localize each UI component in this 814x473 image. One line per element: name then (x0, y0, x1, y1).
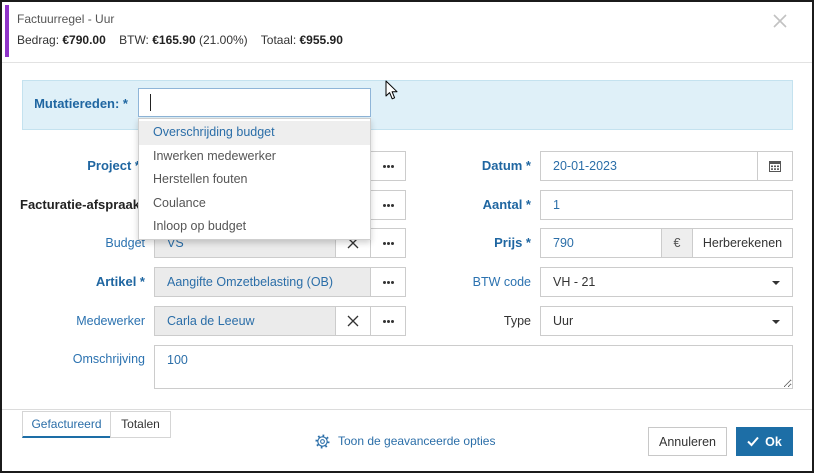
btw-value: €165.90 (152, 33, 196, 47)
accent-bar (5, 5, 9, 57)
medewerker-field[interactable]: Carla de Leeuw (154, 306, 336, 336)
type-select[interactable]: Uur (540, 306, 793, 336)
prijs-label: Prijs * (494, 235, 531, 250)
budget-more-button[interactable] (370, 228, 406, 258)
omschrijving-textarea[interactable]: 100 (154, 345, 793, 389)
project-label: Project * (87, 158, 140, 173)
btw-group: BTW: €165.90 (21.00%) (119, 33, 248, 47)
close-icon (773, 14, 787, 28)
ellipsis-icon (386, 319, 390, 323)
dropdown-option[interactable]: Coulance (139, 192, 370, 216)
facturatie-afspraak-label: Facturatie-afspraak (20, 197, 140, 212)
caret-down-icon (772, 320, 780, 324)
datum-input[interactable] (540, 151, 758, 181)
totaal-value: €955.90 (299, 33, 343, 47)
dialog-title: Factuurregel - Uur (17, 12, 115, 26)
text-cursor (150, 94, 151, 111)
dropdown-option[interactable]: Inwerken medewerker (139, 145, 370, 169)
mutation-reason-input[interactable] (138, 88, 371, 117)
clear-icon (347, 315, 359, 327)
advanced-options-link[interactable]: Toon de geavanceerde opties (315, 432, 495, 450)
ok-label: Ok (765, 434, 782, 449)
prijs-input[interactable] (540, 228, 662, 258)
calendar-icon (769, 161, 781, 172)
amount-summary: Bedrag: €790.00 BTW: €165.90 (21.00%) To… (17, 32, 353, 48)
mutation-reason-label: Mutatiereden: * (34, 96, 128, 111)
dropdown-option[interactable]: Overschrijding budget (139, 121, 370, 145)
bedrag-value: €790.00 (62, 33, 106, 47)
btw-code-value: VH - 21 (553, 275, 596, 289)
artikel-label: Artikel * (95, 274, 145, 289)
currency-addon: € (661, 228, 693, 258)
ellipsis-icon (386, 280, 390, 284)
header-divider (2, 62, 812, 63)
btw-percentage: (21.00%) (198, 33, 248, 47)
btw-code-label: BTW code (472, 275, 531, 289)
medewerker-more-button[interactable] (370, 306, 406, 336)
gear-icon (315, 433, 330, 449)
totaal-label: Totaal: (260, 33, 297, 47)
aantal-label: Aantal * (482, 197, 531, 212)
check-icon (747, 436, 759, 447)
close-button[interactable] (771, 12, 789, 30)
bedrag-group: Bedrag: €790.00 (17, 33, 106, 47)
dropdown-option[interactable]: Herstellen fouten (139, 168, 370, 192)
datum-label: Datum * (481, 158, 531, 173)
ok-button[interactable]: Ok (736, 427, 793, 456)
tab-totalen[interactable]: Totalen (110, 411, 171, 438)
ellipsis-icon (386, 203, 390, 207)
medewerker-label: Medewerker (76, 314, 145, 328)
dropdown-option[interactable]: Inloop op budget (139, 215, 370, 239)
totaal-group: Totaal: €955.90 (261, 33, 343, 47)
aantal-input[interactable] (540, 190, 793, 220)
mutation-reason-dropdown: Overschrijding budget Inwerken medewerke… (138, 118, 371, 240)
ellipsis-icon (386, 241, 390, 245)
project-more-button[interactable] (370, 151, 406, 181)
cancel-button[interactable]: Annuleren (648, 427, 727, 456)
omschrijving-label: Omschrijving (72, 352, 145, 366)
caret-down-icon (772, 281, 780, 285)
footer-divider (2, 409, 812, 410)
medewerker-clear-button[interactable] (335, 306, 371, 336)
btw-label: BTW: (119, 33, 149, 47)
ellipsis-icon (386, 164, 390, 168)
tab-gefactureerd[interactable]: Gefactureerd (22, 411, 111, 438)
type-value: Uur (553, 314, 574, 328)
recalculate-button[interactable]: Herberekenen (692, 228, 793, 258)
mouse-pointer-icon (385, 80, 398, 100)
advanced-options-label: Toon de geavanceerde opties (338, 434, 496, 448)
artikel-field[interactable]: Aangifte Omzetbelasting (OB) (154, 267, 371, 297)
artikel-more-button[interactable] (370, 267, 406, 297)
btw-code-select[interactable]: VH - 21 (540, 267, 793, 297)
facturatie-afspraak-more-button[interactable] (370, 190, 406, 220)
datum-calendar-button[interactable] (757, 151, 793, 181)
type-label: Type (503, 314, 531, 328)
bedrag-label: Bedrag: (17, 33, 60, 47)
